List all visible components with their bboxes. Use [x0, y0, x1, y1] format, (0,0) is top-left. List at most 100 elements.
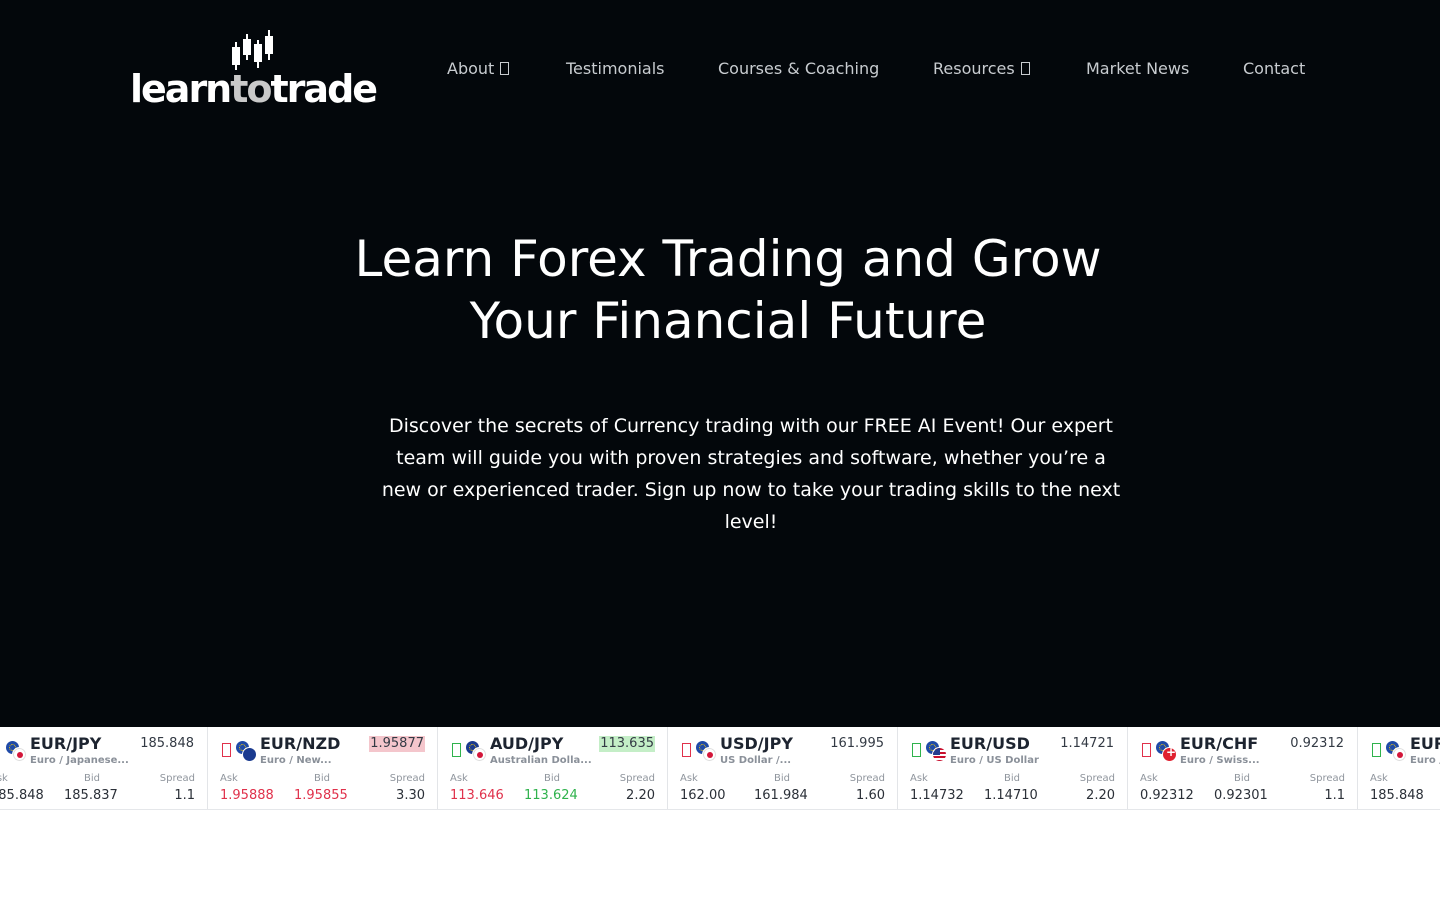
- spread-label: Spread: [1079, 773, 1115, 784]
- ask-value: 185.848: [0, 788, 44, 803]
- ticker-card[interactable]: EUR/USD Euro / US Dollar 1.14721 Ask Bid…: [898, 727, 1128, 809]
- currency-flags-icon: [695, 740, 717, 762]
- ask-label: Ask: [220, 773, 238, 784]
- ticker-card[interactable]: EUR/JPY Euro / Japanese... 185.848 Ask B…: [0, 727, 208, 809]
- currency-flags-icon: [465, 740, 487, 762]
- ticker-price: 1.95877: [369, 736, 425, 752]
- ticker-price: 113.635: [599, 736, 655, 752]
- bid-label: Bid: [774, 773, 790, 784]
- spread-label: Spread: [159, 773, 195, 784]
- nav-label: Contact: [1243, 59, 1306, 78]
- spread-label: Spread: [619, 773, 655, 784]
- ticker-price: 161.995: [830, 736, 884, 751]
- currency-flags-icon: [235, 740, 257, 762]
- ask-label: Ask: [1370, 773, 1388, 784]
- ticker-card[interactable]: EUR/CHF Euro / Swiss... 0.92312 Ask Bid …: [1128, 727, 1358, 809]
- spread-value: 1.60: [856, 788, 885, 803]
- logo-wordmark: learntotrade: [130, 67, 378, 111]
- ticker-name: Euro / New...: [260, 755, 332, 766]
- ticker-name: Euro / Japanese...: [30, 755, 129, 766]
- hero-title-line-2: Your Financial Future: [469, 292, 987, 350]
- arrow-up-icon: [1372, 743, 1381, 757]
- arrow-up-icon: [912, 743, 921, 757]
- currency-flags-icon: [1385, 740, 1407, 762]
- ask-label: Ask: [1140, 773, 1158, 784]
- currency-flags-icon: [925, 740, 947, 762]
- ask-label: Ask: [680, 773, 698, 784]
- ticker-card[interactable]: EUR/NZD Euro / New... 1.95877 Ask Bid Sp…: [208, 727, 438, 809]
- ticker-symbol: EUR/JPY: [30, 734, 102, 753]
- bid-label: Bid: [314, 773, 330, 784]
- ask-label: Ask: [450, 773, 468, 784]
- nav-label: Resources: [933, 59, 1015, 78]
- nav-label: Courses & Coaching: [718, 59, 880, 78]
- ask-value: 162.00: [680, 788, 726, 803]
- ticker-card[interactable]: USD/JPY US Dollar /... 161.995 Ask Bid S…: [668, 727, 898, 809]
- nav-label: About: [447, 59, 495, 78]
- spread-label: Spread: [1309, 773, 1345, 784]
- chevron-down-icon: [1020, 62, 1030, 75]
- bid-value: 185.837: [64, 788, 118, 803]
- nav-item-resources[interactable]: Resources: [933, 58, 1030, 80]
- ask-value: 1.14732: [910, 788, 964, 803]
- ticker-symbol: AUD/JPY: [490, 734, 564, 753]
- ticker-symbol: EUR/JPY: [1410, 734, 1440, 753]
- hero-section: learntotrade About Testimonials Courses …: [0, 0, 1440, 727]
- ticker-symbol: EUR/USD: [950, 734, 1030, 753]
- ticker-price: 1.14721: [1060, 736, 1114, 751]
- hero-title-line-1: Learn Forex Trading and Grow: [354, 230, 1102, 288]
- nav-item-about[interactable]: About: [447, 58, 510, 80]
- currency-ticker[interactable]: EUR/JPY Euro / Japanese... 185.848 Ask B…: [0, 727, 1440, 810]
- bid-value: 0.92301: [1214, 788, 1268, 803]
- bid-label: Bid: [1234, 773, 1250, 784]
- spread-value: 1.1: [1324, 788, 1345, 803]
- ask-label: Ask: [0, 773, 8, 784]
- spread-value: 3.30: [396, 788, 425, 803]
- bid-value: 113.624: [524, 788, 578, 803]
- ticker-name: Australian Dolla...: [490, 755, 592, 766]
- spread-label: Spread: [389, 773, 425, 784]
- ticker-symbol: USD/JPY: [720, 734, 793, 753]
- nav-label: Testimonials: [566, 59, 665, 78]
- ticker-price: 0.92312: [1290, 736, 1344, 751]
- nav-item-courses-coaching[interactable]: Courses & Coaching: [718, 58, 879, 80]
- ticker-name: Euro / Swiss...: [1180, 755, 1260, 766]
- ask-value: 0.92312: [1140, 788, 1194, 803]
- ask-label: Ask: [910, 773, 928, 784]
- ticker-card[interactable]: AUD/JPY Australian Dolla... 113.635 Ask …: [438, 727, 668, 809]
- bid-value: 1.14710: [984, 788, 1038, 803]
- nav-item-market-news[interactable]: Market News: [1086, 58, 1189, 80]
- hero-description: Discover the secrets of Currency trading…: [381, 415, 1121, 533]
- currency-flags-icon: [5, 740, 27, 762]
- bid-label: Bid: [1004, 773, 1020, 784]
- bid-label: Bid: [544, 773, 560, 784]
- nav-label: Market News: [1086, 59, 1190, 78]
- nav-item-testimonials[interactable]: Testimonials: [566, 58, 665, 80]
- currency-flags-icon: [1155, 740, 1177, 762]
- ticker-price: 185.848: [140, 736, 194, 751]
- spread-value: 2.20: [1086, 788, 1115, 803]
- hero-title: Learn Forex Trading and Grow Your Financ…: [340, 228, 1116, 352]
- ask-value: 1.95888: [220, 788, 274, 803]
- nav-item-contact[interactable]: Contact: [1243, 58, 1305, 80]
- arrow-up-icon: [452, 743, 461, 757]
- arrow-down-icon: [682, 743, 691, 757]
- ask-value: 185.848: [1370, 788, 1424, 803]
- ticker-name: Euro / Japanese...: [1410, 755, 1440, 766]
- site-logo[interactable]: learntotrade: [130, 28, 380, 112]
- bid-value: 1.95855: [294, 788, 348, 803]
- ticker-name: Euro / US Dollar: [950, 755, 1039, 766]
- bid-label: Bid: [84, 773, 100, 784]
- ticker-name: US Dollar /...: [720, 755, 792, 766]
- spread-value: 1.1: [174, 788, 195, 803]
- chevron-down-icon: [500, 62, 510, 75]
- spread-label: Spread: [849, 773, 885, 784]
- ask-value: 113.646: [450, 788, 504, 803]
- arrow-down-icon: [1142, 743, 1151, 757]
- arrow-down-icon: [222, 743, 231, 757]
- bid-value: 161.984: [754, 788, 808, 803]
- ticker-card[interactable]: EUR/JPY Euro / Japanese... 185.848 Ask B…: [1358, 727, 1440, 809]
- ticker-symbol: EUR/CHF: [1180, 734, 1259, 753]
- ticker-symbol: EUR/NZD: [260, 734, 341, 753]
- spread-value: 2.20: [626, 788, 655, 803]
